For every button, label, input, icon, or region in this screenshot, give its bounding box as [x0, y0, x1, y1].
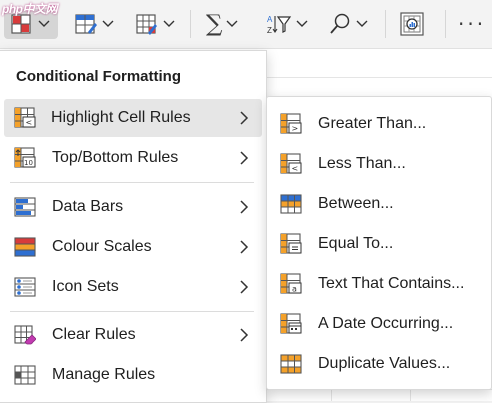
- chevron-right-icon: [240, 328, 249, 342]
- highlight-cell-rules-icon: <: [14, 107, 36, 128]
- submenu-item-label: A Date Occurring...: [318, 315, 454, 332]
- menu-item-manage-rules[interactable]: Manage Rules: [1, 356, 265, 394]
- toolbar-divider: [445, 10, 446, 38]
- sort-filter-icon: A Z: [267, 15, 292, 35]
- ribbon-toolbar: php中文网 ∑ A Z ···: [0, 0, 492, 49]
- svg-text:Z: Z: [267, 26, 272, 35]
- submenu-item-date-occurring[interactable]: A Date Occurring...: [267, 305, 491, 343]
- conditional-formatting-menu: Conditional Formatting < Highlight Cell …: [0, 50, 267, 403]
- chevron-down-icon: [356, 20, 368, 27]
- submenu-item-between[interactable]: Between...: [267, 185, 491, 223]
- submenu-item-greater-than[interactable]: > Greater Than...: [267, 105, 491, 143]
- between-icon: [280, 194, 302, 214]
- svg-text:<: <: [292, 164, 299, 173]
- menu-divider: [10, 182, 254, 183]
- chevron-down-icon: [38, 20, 50, 27]
- search-icon: [330, 13, 350, 34]
- chevron-right-icon: [240, 200, 249, 214]
- manage-rules-icon: [14, 365, 36, 385]
- chevron-right-icon: [240, 111, 249, 125]
- menu-item-label: Top/Bottom Rules: [52, 149, 179, 166]
- menu-item-label: Colour Scales: [52, 238, 152, 255]
- menu-title: Conditional Formatting: [16, 68, 181, 85]
- equal-to-icon: [280, 233, 302, 254]
- chevron-right-icon: [240, 151, 249, 165]
- chevron-down-icon: [296, 20, 308, 27]
- data-bars-icon: [14, 197, 36, 217]
- text-contains-icon: a: [280, 273, 302, 294]
- submenu-item-label: Less Than...: [318, 155, 406, 172]
- analyze-data-button[interactable]: [399, 9, 425, 39]
- more-icon: ···: [458, 12, 487, 36]
- cell-styles-button[interactable]: [135, 9, 175, 39]
- svg-text:10: 10: [24, 159, 33, 167]
- menu-item-label: Clear Rules: [52, 326, 136, 343]
- svg-text:<: <: [26, 118, 33, 127]
- menu-item-data-bars[interactable]: Data Bars: [1, 188, 265, 226]
- submenu-item-less-than[interactable]: < Less Than...: [267, 145, 491, 183]
- chevron-right-icon: [240, 280, 249, 294]
- menu-item-colour-scales[interactable]: Colour Scales: [1, 228, 265, 266]
- submenu-item-label: Between...: [318, 195, 394, 212]
- submenu-item-equal-to[interactable]: Equal To...: [267, 225, 491, 263]
- submenu-item-label: Equal To...: [318, 235, 394, 252]
- clear-rules-icon: [14, 325, 36, 345]
- sigma-icon: ∑: [206, 11, 223, 37]
- more-options-button[interactable]: ···: [458, 9, 486, 39]
- chevron-down-icon: [163, 20, 175, 27]
- format-as-table-button[interactable]: [74, 9, 114, 39]
- menu-divider: [10, 311, 254, 312]
- submenu-item-text-contains[interactable]: a Text That Contains...: [267, 265, 491, 303]
- top-bottom-rules-icon: 10: [14, 147, 36, 168]
- menu-item-highlight-cell-rules[interactable]: < Highlight Cell Rules: [4, 99, 262, 137]
- toolbar-divider: [190, 10, 191, 38]
- menu-item-top-bottom-rules[interactable]: 10 Top/Bottom Rules: [1, 139, 265, 177]
- toolbar-divider: [385, 10, 386, 38]
- greater-than-icon: >: [280, 113, 302, 134]
- menu-item-label: Manage Rules: [52, 366, 156, 383]
- submenu-item-label: Text That Contains...: [318, 275, 465, 292]
- cell-styles-icon: [136, 14, 157, 35]
- submenu-item-label: Greater Than...: [318, 115, 427, 132]
- svg-text:a: a: [292, 285, 297, 294]
- date-occurring-icon: [280, 313, 302, 334]
- highlight-cell-rules-submenu: > Greater Than... < Less Than... Between…: [266, 96, 492, 390]
- chevron-down-icon: [102, 20, 114, 27]
- autosum-button[interactable]: ∑: [206, 9, 238, 39]
- less-than-icon: <: [280, 153, 302, 174]
- sort-filter-button[interactable]: A Z: [266, 9, 308, 39]
- menu-item-label: Icon Sets: [52, 278, 119, 295]
- chevron-right-icon: [240, 240, 249, 254]
- menu-item-icon-sets[interactable]: Icon Sets: [1, 268, 265, 306]
- submenu-item-label: Duplicate Values...: [318, 355, 451, 372]
- svg-text:>: >: [292, 124, 299, 133]
- menu-item-label: Highlight Cell Rules: [51, 109, 191, 126]
- duplicate-values-icon: [280, 354, 302, 374]
- menu-item-label: Data Bars: [52, 198, 124, 215]
- analyze-data-icon: [400, 12, 424, 36]
- find-select-button[interactable]: [328, 9, 368, 39]
- icon-sets-icon: [14, 277, 36, 297]
- menu-item-clear-rules[interactable]: Clear Rules: [1, 316, 265, 354]
- submenu-item-duplicate-values[interactable]: Duplicate Values...: [267, 345, 491, 383]
- format-table-icon: [75, 14, 97, 34]
- colour-scales-icon: [14, 237, 36, 257]
- svg-text:A: A: [267, 15, 273, 24]
- watermark-logo: php中文网: [2, 2, 58, 16]
- chevron-down-icon: [226, 20, 238, 27]
